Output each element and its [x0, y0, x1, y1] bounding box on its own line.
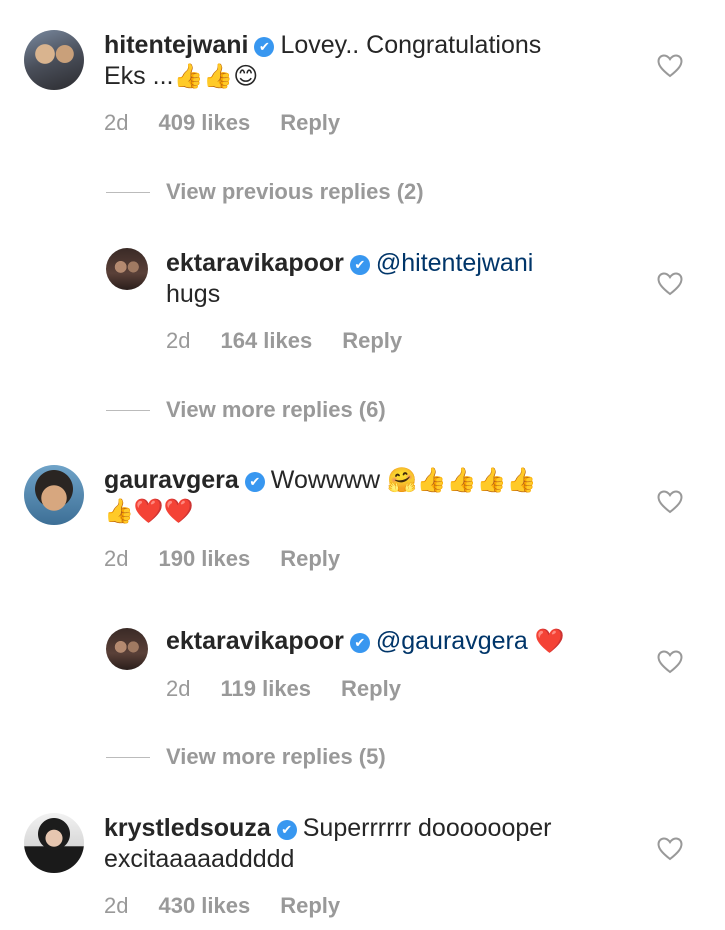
heart-outline-icon[interactable] [657, 54, 683, 78]
reply-ektaravikapoor-2: ektaravikapoor ✔ @gauravgera ❤️ 2d 119 like… [0, 620, 725, 710]
comment-text: hitentejwani ✔ Lovey.. Congratulations Eks… [104, 30, 644, 92]
verified-badge-icon: ✔ [349, 255, 370, 275]
verified-badge-icon: ✔ [276, 820, 297, 840]
divider [106, 756, 150, 758]
comment-text: ektaravikapoor ✔ @gauravgera ❤️ [166, 626, 636, 657]
comment-body: Superrrrrr dooooooper [302, 814, 552, 842]
heart-outline-icon[interactable] [657, 272, 683, 296]
verified-badge-icon: ✔ [349, 633, 370, 653]
comment-body: hugs [166, 280, 221, 308]
avatar[interactable] [24, 813, 84, 873]
heart-outline-icon[interactable] [657, 837, 683, 861]
likes-count[interactable]: 119 likes [220, 676, 311, 701]
verified-badge-icon: ✔ [254, 37, 275, 57]
comment-meta: 2d 190 likes Reply [104, 546, 370, 572]
comment-text: ektaravikapoor ✔ @hitentejwani hugs [166, 248, 636, 310]
username[interactable]: krystledsouza [104, 814, 271, 842]
timestamp: 2d [166, 676, 191, 701]
likes-count[interactable]: 430 likes [158, 893, 250, 918]
emoji-group: 🤗👍👍👍👍 [387, 467, 537, 494]
comment-body-line2: excitaaaaaddddd [104, 845, 295, 873]
divider [106, 191, 150, 193]
divider [106, 409, 150, 411]
mention-link[interactable]: @gauravgera [376, 627, 528, 655]
username[interactable]: gauravgera [104, 466, 239, 494]
likes-count[interactable]: 409 likes [158, 110, 250, 135]
verified-badge-icon: ✔ [244, 472, 265, 492]
reply-button[interactable]: Reply [341, 676, 401, 701]
heart-outline-icon[interactable] [657, 650, 683, 674]
likes-count[interactable]: 164 likes [220, 328, 312, 353]
reply-button[interactable]: Reply [342, 328, 402, 353]
comment-body: Wowwww [270, 466, 381, 494]
comment-hitentejwani: hitentejwani ✔ Lovey.. Congratulations Eks… [0, 0, 725, 150]
reply-button[interactable]: Reply [280, 110, 340, 135]
comment-text: gauravgera ✔ Wowwww 🤗👍👍👍👍 👍❤️❤️ [104, 465, 644, 527]
view-more-replies-label[interactable]: View more replies (5) [166, 744, 386, 770]
username[interactable]: hitentejwani [104, 31, 248, 59]
avatar[interactable] [24, 465, 84, 525]
likes-count[interactable]: 190 likes [158, 546, 250, 571]
emoji-group-line2: 👍❤️❤️ [104, 498, 194, 525]
comment-meta: 2d 164 likes Reply [166, 328, 432, 354]
comment-text: krystledsouza ✔ Superrrrrr dooooooper exci… [104, 813, 644, 875]
avatar[interactable] [106, 248, 148, 290]
timestamp: 2d [104, 546, 129, 571]
avatar[interactable] [106, 628, 148, 670]
username[interactable]: ektaravikapoor [166, 249, 344, 277]
comment-meta: 2d 409 likes Reply [104, 110, 370, 136]
view-more-replies[interactable]: View more replies (5) [106, 742, 386, 772]
comment-meta: 2d 119 likes Reply [166, 676, 431, 702]
emoji-group: ❤️ [534, 628, 565, 655]
view-previous-replies[interactable]: View previous replies (2) [106, 177, 424, 207]
heart-outline-icon[interactable] [657, 490, 683, 514]
timestamp: 2d [166, 328, 191, 353]
avatar[interactable] [24, 30, 84, 90]
emoji-group: 👍👍😊 [173, 63, 259, 90]
username[interactable]: ektaravikapoor [166, 627, 344, 655]
view-more-replies[interactable]: View more replies (6) [106, 395, 386, 425]
mention-link[interactable]: @hitentejwani [376, 249, 533, 277]
reply-ektaravikapoor-1: ektaravikapoor ✔ @hitentejwani hugs 2d 164 … [0, 240, 725, 360]
comment-gauravgera: gauravgera ✔ Wowwww 🤗👍👍👍👍 👍❤️❤️ 2d 190 like… [0, 455, 725, 585]
timestamp: 2d [104, 893, 129, 918]
comment-meta: 2d 430 likes Reply [104, 893, 370, 919]
comment-krystledsouza: krystledsouza ✔ Superrrrrr dooooooper exci… [0, 805, 725, 930]
comment-body-line2: Eks ... [104, 62, 174, 90]
reply-button[interactable]: Reply [280, 893, 340, 918]
comment-body: Lovey.. Congratulations [280, 31, 542, 59]
timestamp: 2d [104, 110, 129, 135]
view-previous-replies-label[interactable]: View previous replies (2) [166, 179, 424, 205]
view-more-replies-label[interactable]: View more replies (6) [166, 397, 386, 423]
reply-button[interactable]: Reply [280, 546, 340, 571]
